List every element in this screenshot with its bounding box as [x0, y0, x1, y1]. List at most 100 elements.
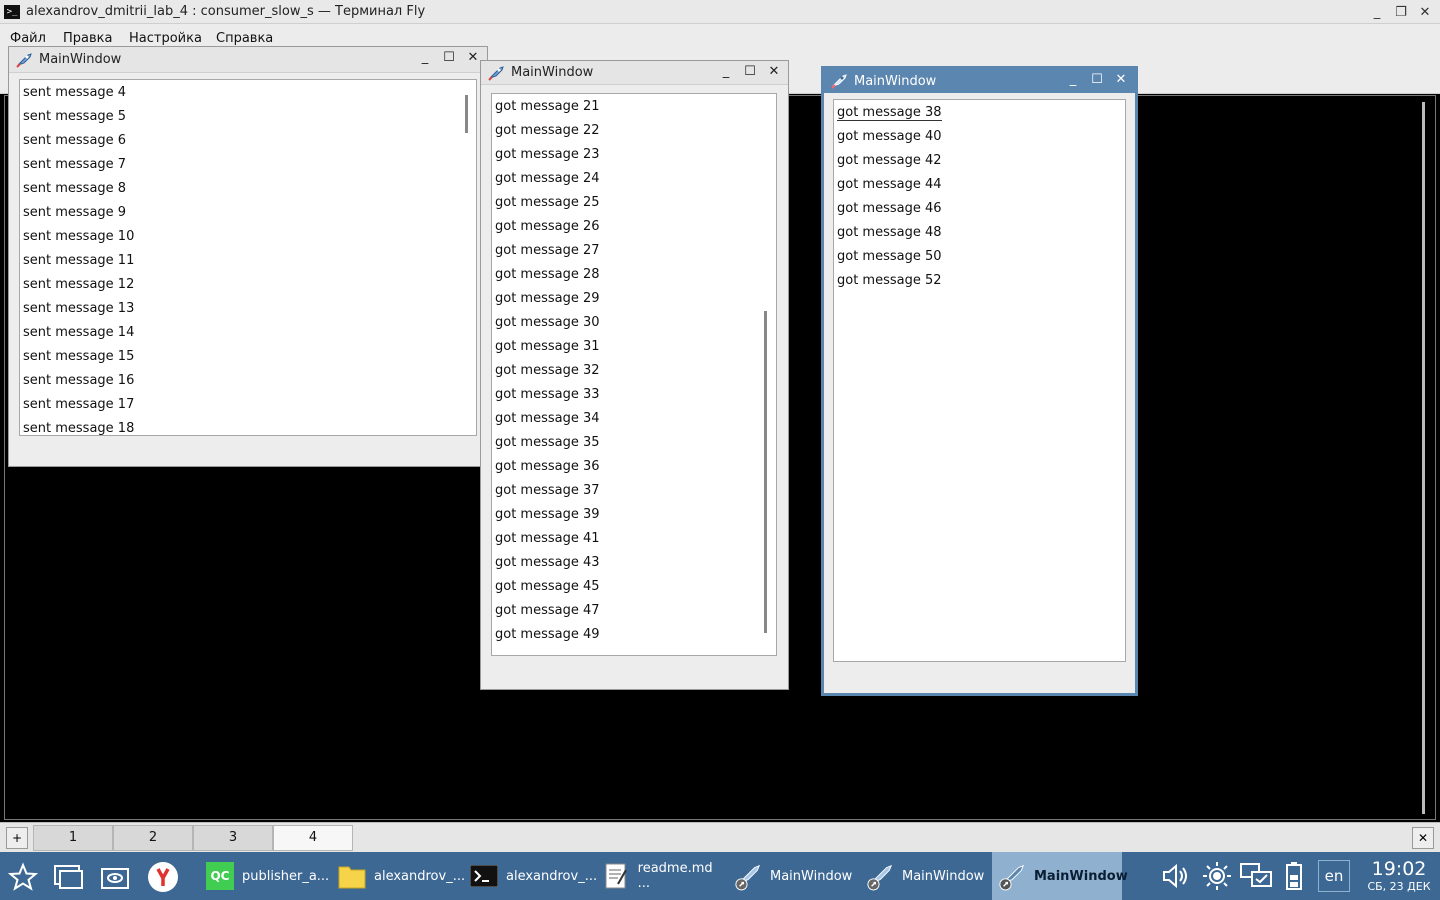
list-item[interactable]: got message 22: [492, 119, 776, 143]
battery-icon: [1280, 860, 1308, 892]
list-item[interactable]: got message 38: [834, 101, 1125, 125]
list-item[interactable]: sent message 12: [20, 273, 476, 297]
brightness-icon[interactable]: [1199, 860, 1235, 892]
yandex-browser-icon[interactable]: [146, 860, 180, 894]
list-item[interactable]: sent message 13: [20, 297, 476, 321]
list-item[interactable]: sent message 4: [20, 81, 476, 105]
list-item[interactable]: got message 42: [834, 149, 1125, 173]
tab-1[interactable]: 1: [33, 825, 113, 851]
list-item[interactable]: got message 47: [492, 599, 776, 623]
list-item[interactable]: got message 32: [492, 359, 776, 383]
taskbar-item-mainwindow-2[interactable]: MainWindow: [860, 852, 992, 900]
list-item[interactable]: got message 23: [492, 143, 776, 167]
minimize-button[interactable]: _: [417, 49, 433, 67]
list-scrollbar[interactable]: [465, 95, 468, 133]
taskbar-item-readme[interactable]: readme.md ...: [596, 852, 728, 900]
maximize-button[interactable]: ❐: [1392, 3, 1410, 21]
menu-edit[interactable]: Правка: [63, 31, 112, 46]
list-item[interactable]: got message 44: [834, 173, 1125, 197]
list-item[interactable]: got message 26: [492, 215, 776, 239]
list-item[interactable]: sent message 7: [20, 153, 476, 177]
list-item[interactable]: sent message 5: [20, 105, 476, 129]
list-item[interactable]: got message 52: [834, 269, 1125, 293]
list-item[interactable]: got message 29: [492, 287, 776, 311]
list-item[interactable]: got message 45: [492, 575, 776, 599]
list-item[interactable]: got message 40: [834, 125, 1125, 149]
rocket-icon: [734, 862, 762, 891]
list-item[interactable]: got message 25: [492, 191, 776, 215]
taskbar-item-folder[interactable]: alexandrov_...: [332, 852, 465, 900]
list-item[interactable]: got message 34: [492, 407, 776, 431]
taskbar-item-mainwindow-1[interactable]: MainWindow: [728, 852, 860, 900]
close-button[interactable]: ✕: [465, 49, 481, 67]
tab-3[interactable]: 3: [193, 825, 273, 851]
list-item[interactable]: got message 27: [492, 239, 776, 263]
list-item[interactable]: sent message 18: [20, 417, 476, 435]
rocket-icon: [866, 862, 894, 891]
list-item[interactable]: sent message 15: [20, 345, 476, 369]
maximize-button[interactable]: ☐: [1089, 71, 1105, 89]
list-item[interactable]: got message 31: [492, 335, 776, 359]
new-tab-icon[interactable]: +: [6, 827, 28, 849]
list-item[interactable]: sent message 6: [20, 129, 476, 153]
message-list[interactable]: got message 38 got message 40 got message …: [833, 99, 1126, 662]
file-viewer-icon[interactable]: [98, 860, 132, 894]
close-button[interactable]: ✕: [766, 63, 782, 81]
list-item[interactable]: sent message 9: [20, 201, 476, 225]
close-button[interactable]: ✕: [1113, 71, 1129, 89]
clock-date: СБ, 23 ДЕК: [1367, 880, 1431, 893]
menu-file[interactable]: Файл: [10, 31, 46, 46]
list-item[interactable]: got message 21: [492, 95, 776, 119]
list-scrollbar[interactable]: [764, 311, 767, 633]
taskbar-item-terminal[interactable]: alexandrov_...: [464, 852, 597, 900]
display-icon[interactable]: [1238, 860, 1274, 892]
list-item[interactable]: sent message 17: [20, 393, 476, 417]
window-title: MainWindow: [39, 52, 122, 67]
language-indicator[interactable]: en: [1318, 860, 1350, 892]
maximize-button[interactable]: ☐: [441, 49, 457, 67]
list-item[interactable]: got message 37: [492, 479, 776, 503]
minimize-button[interactable]: _: [1368, 3, 1386, 21]
menu-settings[interactable]: Настройка: [129, 31, 202, 46]
window-title: MainWindow: [511, 65, 594, 80]
list-item[interactable]: got message 35: [492, 431, 776, 455]
tab-4[interactable]: 4: [273, 825, 353, 851]
window-title: MainWindow: [854, 73, 937, 89]
close-button[interactable]: ✕: [1416, 3, 1434, 21]
list-item[interactable]: sent message 14: [20, 321, 476, 345]
clock[interactable]: 19:02 СБ, 23 ДЕК: [1362, 858, 1436, 894]
message-list[interactable]: sent message 4 sent message 5 sent message…: [19, 79, 477, 436]
maximize-button[interactable]: ☐: [742, 63, 758, 81]
minimize-button[interactable]: _: [718, 63, 734, 81]
list-item[interactable]: sent message 8: [20, 177, 476, 201]
volume-icon[interactable]: [1158, 860, 1192, 892]
list-item[interactable]: sent message 16: [20, 369, 476, 393]
list-item[interactable]: sent message 11: [20, 249, 476, 273]
list-item[interactable]: got message 46: [834, 197, 1125, 221]
list-item[interactable]: got message 48: [834, 221, 1125, 245]
list-item[interactable]: got message 28: [492, 263, 776, 287]
terminal-scrollbar[interactable]: [1422, 102, 1425, 814]
taskbar-item-qtcreator[interactable]: QC publisher_a...: [200, 852, 332, 900]
message-list[interactable]: got message 21 got message 22 got message …: [491, 93, 777, 656]
menu-help[interactable]: Справка: [216, 31, 273, 46]
taskbar-item-mainwindow-3[interactable]: MainWindow: [992, 852, 1128, 900]
list-item[interactable]: got message 41: [492, 527, 776, 551]
minimize-button[interactable]: _: [1065, 71, 1081, 89]
terminal-icon: >_: [4, 4, 20, 19]
start-menu-icon[interactable]: [6, 860, 40, 894]
list-item[interactable]: got message 30: [492, 311, 776, 335]
list-item[interactable]: got message 24: [492, 167, 776, 191]
list-item[interactable]: got message 39: [492, 503, 776, 527]
list-item[interactable]: got message 49: [492, 623, 776, 647]
main-window-consumer-slow: MainWindow _ ☐ ✕ got message 38 got messa…: [821, 66, 1138, 696]
list-item[interactable]: got message 50: [834, 245, 1125, 269]
rocket-icon: [998, 862, 1026, 891]
close-tab-icon[interactable]: ✕: [1412, 827, 1434, 849]
list-item[interactable]: got message 33: [492, 383, 776, 407]
list-item[interactable]: got message 36: [492, 455, 776, 479]
tab-2[interactable]: 2: [113, 825, 193, 851]
list-item[interactable]: sent message 10: [20, 225, 476, 249]
list-item[interactable]: got message 43: [492, 551, 776, 575]
windows-overview-icon[interactable]: [52, 860, 86, 894]
